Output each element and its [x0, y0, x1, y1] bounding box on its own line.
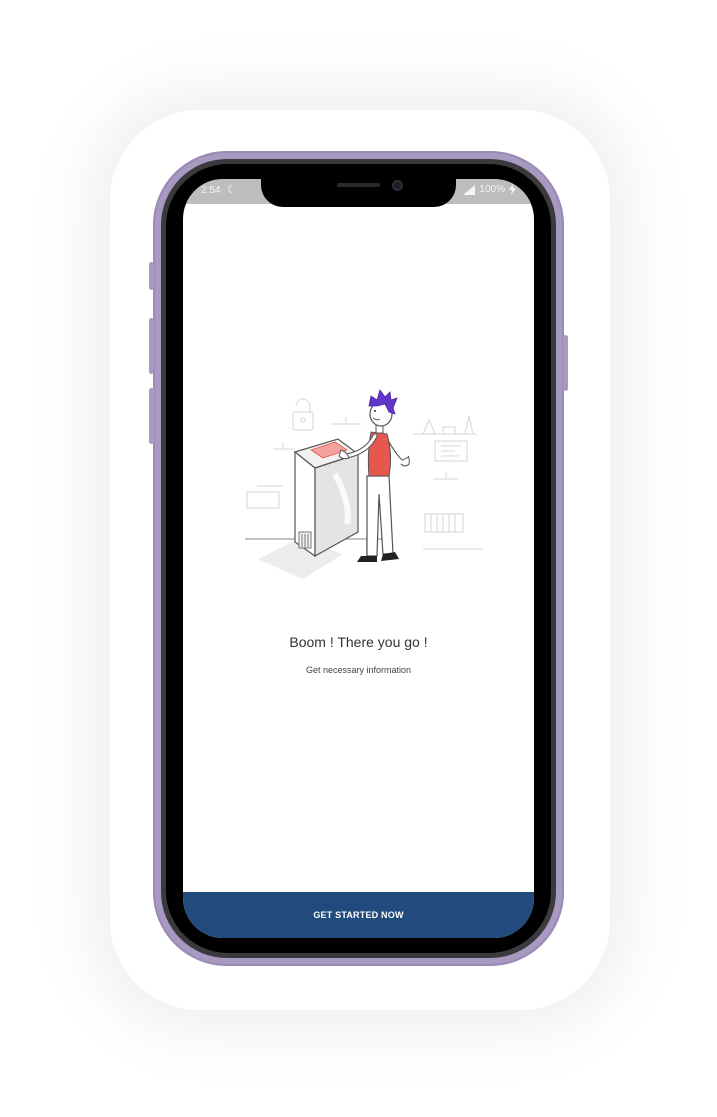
onboarding-subtitle: Get necessary information	[305, 665, 412, 675]
app-screen: 2:54 ☾ 100% Boom ! There you go ! Get ne…	[183, 179, 534, 938]
bolt-icon	[509, 184, 516, 195]
speaker-grill	[337, 183, 380, 187]
person-at-voting-machine-illustration	[245, 389, 483, 579]
volume-up-button	[149, 318, 154, 374]
front-camera	[392, 180, 403, 191]
status-right-group: 100%	[463, 184, 516, 195]
battery-level: 100%	[479, 184, 505, 195]
stage: 2:54 ☾ 100% Boom ! There you go ! Get ne…	[0, 0, 717, 1117]
power-button	[563, 335, 568, 391]
onboarding-title: Boom ! There you go !	[289, 634, 428, 650]
phone-notch	[261, 179, 456, 207]
volume-down-button	[149, 388, 154, 444]
get-started-button[interactable]: GET STARTED NOW	[183, 892, 534, 938]
moon-icon: ☾	[227, 184, 237, 196]
status-time: 2:54	[201, 185, 221, 196]
silent-switch	[149, 262, 154, 290]
signal-icon	[463, 184, 476, 195]
